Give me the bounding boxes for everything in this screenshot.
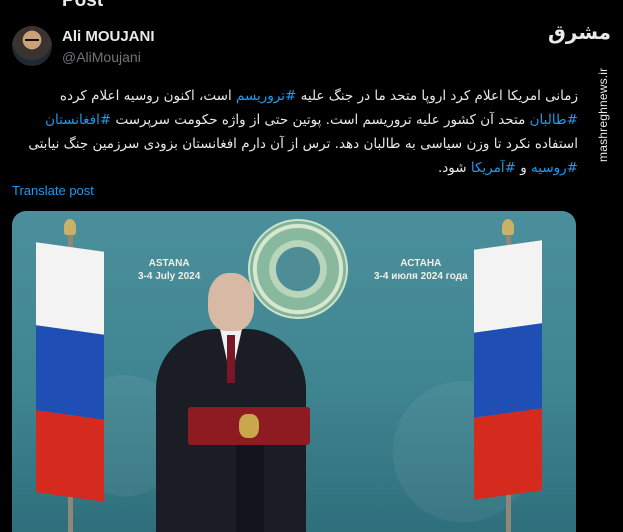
- russian-flag-right: [474, 240, 542, 500]
- speaker-tie: [227, 335, 235, 383]
- event-city-left: ASTANA: [148, 258, 190, 269]
- event-caption-right: АСТАНА 3-4 июля 2024 года: [374, 257, 468, 283]
- top-bar: Post: [0, 0, 623, 11]
- author-handle[interactable]: @AliMoujani: [62, 49, 141, 65]
- translate-post-link[interactable]: Translate post: [12, 183, 94, 198]
- hashtag-link[interactable]: #روسیه: [531, 160, 578, 176]
- speaker-head: [208, 273, 254, 331]
- page-title: Post: [62, 0, 104, 11]
- podium-seal-icon: [239, 414, 259, 438]
- avatar[interactable]: [12, 26, 52, 66]
- event-date-right: 3-4 июля 2024 года: [374, 271, 468, 282]
- tweet-line-1: زمانی امریکا اعلام کرد اروپا متحد ما در …: [296, 88, 578, 104]
- podium-stand: [236, 445, 264, 532]
- hashtag-link[interactable]: #آمریکا: [471, 160, 516, 176]
- watermark-site: mashreghnews.ir: [596, 67, 610, 162]
- avatar-glasses: [25, 39, 39, 45]
- tweet-line-3: استفاده نکرد تا وزن سیاسی به طالبان دهد.…: [28, 136, 578, 152]
- tweet-line-1b: است، اکنون روسیه اعلام کرده: [59, 88, 237, 104]
- tweet-line-4b: شود.: [437, 160, 471, 176]
- hashtag-link[interactable]: #طالبان: [530, 112, 578, 128]
- hashtag-link[interactable]: #افغانستان: [45, 112, 111, 128]
- hashtag-link[interactable]: #تروریسم: [236, 88, 296, 104]
- event-city-right: АСТАНА: [400, 258, 442, 269]
- post-media-image[interactable]: ASTANA 3-4 July 2024 АСТАНА 3-4 июля 202…: [12, 211, 576, 532]
- tweet-line-2: متحد آن کشور علیه تروریسم است. پوتین حتی…: [111, 112, 530, 128]
- podium: [188, 407, 310, 445]
- tweet-line-4a: و: [515, 160, 532, 176]
- author-name[interactable]: Ali MOUJANI: [62, 28, 155, 45]
- tweet-text: زمانی امریکا اعلام کرد اروپا متحد ما در …: [12, 84, 578, 180]
- watermark-logo: مشرق: [548, 20, 612, 44]
- russian-flag-left: [36, 242, 104, 502]
